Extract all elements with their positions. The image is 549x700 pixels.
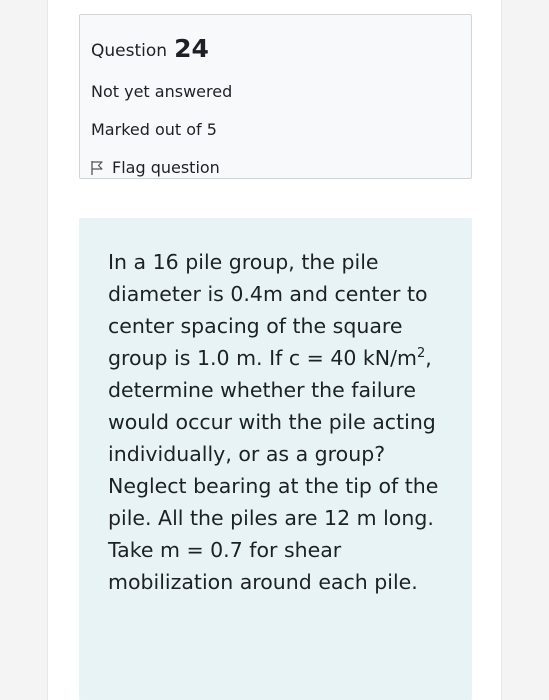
- question-label: Question: [91, 41, 168, 61]
- question-text-part-1: In a 16 pile group, the pile diameter is…: [108, 250, 428, 370]
- question-state: Not yet answered: [91, 82, 233, 101]
- flag-question-link[interactable]: Flag question: [90, 158, 220, 177]
- question-grade: Marked out of 5: [91, 120, 217, 139]
- flag-icon: [91, 160, 103, 175]
- question-info-panel: Question 24 Not yet answered Marked out …: [79, 14, 472, 179]
- question-number: 24: [174, 34, 209, 63]
- page-column: Question 24 Not yet answered Marked out …: [47, 0, 502, 700]
- question-text: In a 16 pile group, the pile diameter is…: [108, 246, 458, 598]
- question-number-heading: Question 24: [91, 33, 209, 63]
- flag-question-label: Flag question: [112, 158, 220, 177]
- question-text-part-2: , determine whether the failure would oc…: [108, 346, 439, 594]
- question-content-panel: In a 16 pile group, the pile diameter is…: [79, 218, 472, 700]
